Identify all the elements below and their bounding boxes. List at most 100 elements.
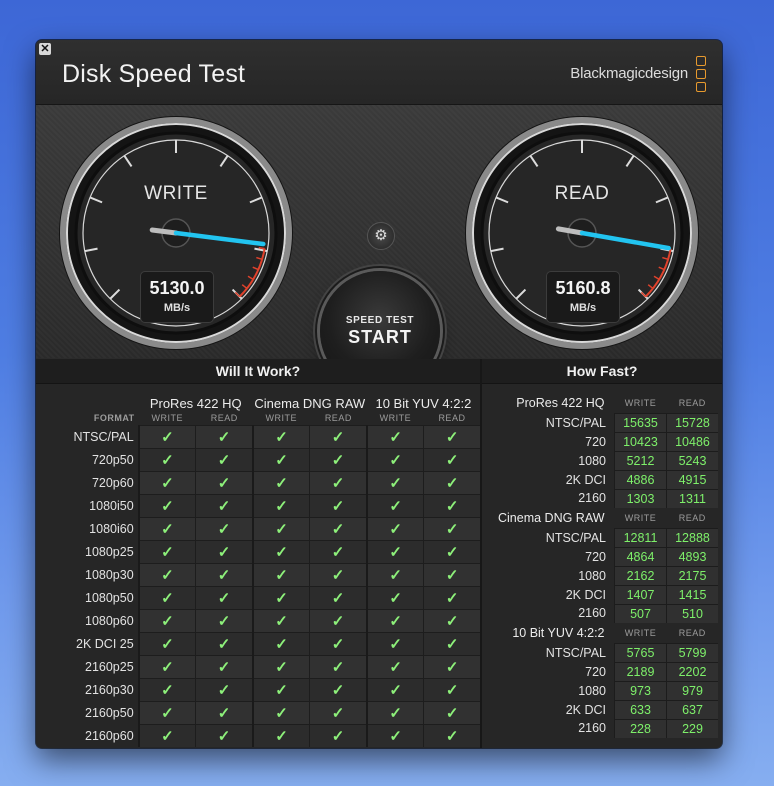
check-icon: ✓ [309,494,367,518]
format-label: 2K DCI [565,587,606,602]
table-row: 1080i50 ✓ ✓ ✓ ✓ ✓ ✓ [54,494,480,518]
read-column-header: READ [678,512,706,523]
read-fps-value: 510 [666,603,718,623]
read-fps-value: 229 [666,718,718,738]
format-label: 2160p50 [85,706,134,720]
check-icon: ✓ [251,494,310,518]
format-label: 1080 [578,568,606,583]
format-label: 1080i50 [89,499,134,513]
check-icon: ✓ [251,678,310,702]
table-row: 1080 973 979 [490,680,718,700]
table-row: 2K DCI 25 ✓ ✓ ✓ ✓ ✓ ✓ [54,632,480,656]
format-label: NTSC/PAL [545,415,606,430]
check-icon: ✓ [423,471,480,495]
table-row: 720 10423 10486 [490,431,718,451]
group-header: ProRes 422 HQ [516,396,605,410]
format-label: 1080i60 [89,522,134,536]
check-icon: ✓ [365,471,424,495]
check-icon: ✓ [137,655,196,679]
check-icon: ✓ [309,609,367,633]
check-icon: ✓ [137,632,196,656]
write-gauge-label: WRITE [144,183,208,204]
format-header-spacer [54,391,139,411]
settings-gear-icon[interactable]: ⚙ [367,222,395,250]
check-icon: ✓ [423,517,480,541]
check-icon: ✓ [309,586,367,610]
write-fps-value: 633 [614,699,667,719]
check-icon: ✓ [195,540,253,564]
close-icon[interactable]: ✕ [39,43,51,55]
check-icon: ✓ [365,678,424,702]
read-column-header: READ [438,413,466,423]
table-row: 2K DCI 1407 1415 [490,584,718,604]
check-icon: ✓ [365,586,424,610]
check-icon: ✓ [195,724,253,747]
format-label: 2K DCI 25 [76,637,134,651]
write-fps-value: 15635 [614,412,667,432]
check-icon: ✓ [365,448,424,472]
check-icon: ✓ [423,724,480,747]
format-label: 1080p30 [85,568,134,582]
check-icon: ✓ [365,632,424,656]
check-icon: ✓ [137,471,196,495]
title-bar: ✕ Disk Speed Test Blackmagicdesign [36,40,722,105]
check-icon: ✓ [137,448,196,472]
write-gauge-needle-tail [149,227,179,236]
check-icon: ✓ [137,425,196,449]
check-icon: ✓ [309,724,367,747]
write-speed-unit: MB/s [163,302,191,314]
format-label: 720 [585,664,606,679]
check-icon: ✓ [195,494,253,518]
check-icon: ✓ [251,586,310,610]
check-icon: ✓ [309,655,367,679]
write-column-header: WRITE [151,413,183,423]
group-header: ProRes 422 HQ [149,396,242,411]
will-it-work-panel: Will It Work? ProRes 422 HQ Cinema DNG RA… [36,359,480,748]
table-row: 2K DCI 4886 4915 [490,469,718,489]
table-row: 1080p25 ✓ ✓ ✓ ✓ ✓ ✓ [54,540,480,564]
check-icon: ✓ [137,678,196,702]
format-label: 2160 [578,721,606,736]
format-label: NTSC/PAL [73,430,134,444]
write-fps-value: 1407 [614,584,667,604]
check-icon: ✓ [365,724,424,747]
check-icon: ✓ [423,494,480,518]
write-fps-value: 4886 [614,469,667,489]
read-fps-value: 15728 [666,412,718,432]
check-icon: ✓ [137,563,196,587]
read-fps-value: 4893 [666,546,718,566]
table-row: 1080i60 ✓ ✓ ✓ ✓ ✓ ✓ [54,517,480,541]
check-icon: ✓ [251,540,310,564]
check-icon: ✓ [137,586,196,610]
table-row: 2160p60 ✓ ✓ ✓ ✓ ✓ ✓ [54,724,480,747]
table-row: 720p50 ✓ ✓ ✓ ✓ ✓ ✓ [54,448,480,472]
write-fps-value: 228 [614,718,667,738]
check-icon: ✓ [309,517,367,541]
format-label: 2160 [578,606,606,621]
check-icon: ✓ [195,471,253,495]
check-icon: ✓ [195,586,253,610]
read-fps-value: 979 [666,680,718,700]
write-column-header: WRITE [379,413,412,423]
write-fps-value: 5765 [614,642,667,662]
read-column-header: READ [210,413,238,423]
write-fps-value: 2189 [614,661,667,681]
how-fast-panel: How Fast? ProRes 422 HQ WRITE READ NTSC/PAL… [482,359,722,748]
check-icon: ✓ [195,632,253,656]
check-icon: ✓ [309,540,367,564]
check-icon: ✓ [251,609,310,633]
check-icon: ✓ [137,724,196,747]
check-icon: ✓ [423,586,480,610]
check-icon: ✓ [365,563,424,587]
check-icon: ✓ [423,655,480,679]
table-row: NTSC/PAL ✓ ✓ ✓ ✓ ✓ ✓ [54,425,480,449]
check-icon: ✓ [195,517,253,541]
read-speed-unit: MB/s [569,302,597,314]
check-icon: ✓ [251,563,310,587]
format-label: 1080p50 [85,591,134,605]
table-row: 1080p50 ✓ ✓ ✓ ✓ ✓ ✓ [54,586,480,610]
group-header: Cinema DNG RAW [498,511,605,525]
check-icon: ✓ [309,563,367,587]
format-label: 1080 [578,683,606,698]
read-column-header: READ [678,627,706,638]
